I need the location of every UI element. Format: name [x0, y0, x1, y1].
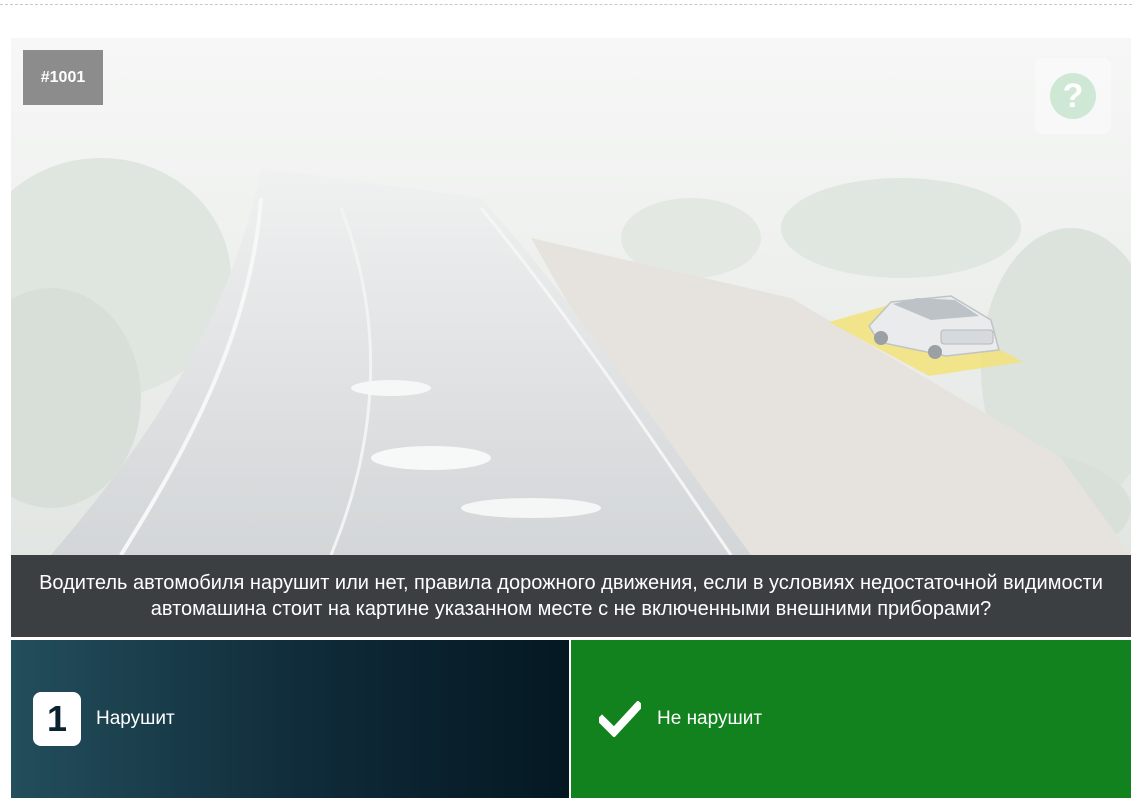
answer-options: 1 Нарушит Не нарушит: [11, 640, 1131, 798]
answer-label: Нарушит: [96, 708, 175, 729]
answer-label: Не нарушит: [657, 708, 763, 729]
question-text: Водитель автомобиля нарушит или нет, пра…: [11, 555, 1131, 637]
question-circle-icon: ?: [1050, 73, 1096, 119]
help-button[interactable]: ?: [1035, 58, 1111, 134]
top-divider: [0, 4, 1132, 5]
checkmark-icon: [599, 698, 641, 740]
foggy-road-scene: [11, 38, 1131, 555]
answer-number-badge: 1: [33, 692, 81, 746]
question-card: #1001 ? Водитель автомобиля нарушит или …: [11, 38, 1131, 798]
answer-option-2[interactable]: Не нарушит: [571, 640, 1131, 798]
question-image: #1001 ?: [11, 38, 1131, 555]
question-id-badge: #1001: [23, 50, 103, 105]
answer-option-1[interactable]: 1 Нарушит: [11, 640, 569, 798]
